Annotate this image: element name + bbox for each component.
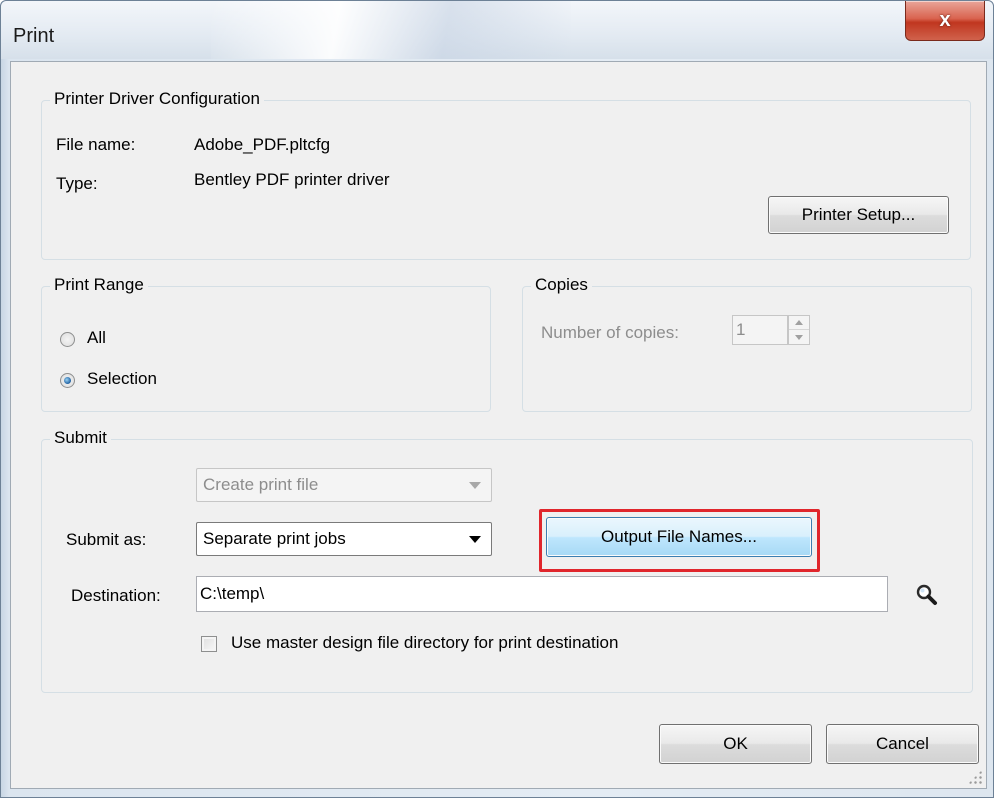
dialog-client-area: Printer Driver Configuration File name: … xyxy=(10,61,987,789)
file-name-label: File name: xyxy=(56,135,136,154)
chevron-down-icon xyxy=(795,334,803,340)
print-mode-combo[interactable]: Create print file xyxy=(196,468,492,502)
file-name-value: Adobe_PDF.pltcfg xyxy=(194,135,331,154)
spin-up-button[interactable] xyxy=(789,316,809,330)
copies-group: Copies xyxy=(522,275,972,412)
radio-all-label[interactable]: All xyxy=(87,328,106,348)
submit-as-label: Submit as: xyxy=(66,530,147,549)
title-bar-glare xyxy=(211,1,571,59)
print-range-group: Print Range xyxy=(41,275,491,412)
radio-selection-label[interactable]: Selection xyxy=(87,369,157,389)
radio-selection[interactable] xyxy=(60,373,75,388)
use-master-directory-checkbox[interactable] xyxy=(201,636,217,652)
resize-grip-icon[interactable] xyxy=(968,770,982,784)
print-mode-combo-value: Create print file xyxy=(203,475,319,494)
submit-label: Submit xyxy=(50,428,111,448)
title-bar[interactable]: Print xyxy=(1,1,993,59)
spin-down-button[interactable] xyxy=(789,330,809,344)
cancel-button[interactable]: Cancel xyxy=(826,724,979,764)
close-button[interactable]: x xyxy=(905,1,985,41)
number-of-copies-spinner[interactable] xyxy=(788,315,810,345)
destination-label: Destination: xyxy=(71,586,161,605)
printer-driver-configuration-group: Printer Driver Configuration xyxy=(41,89,971,260)
print-dialog: Print x Printer Driver Configuration Fil… xyxy=(0,0,994,798)
submit-group: Submit xyxy=(41,428,973,693)
type-value: Bentley PDF printer driver xyxy=(194,170,390,189)
submit-as-combo-value: Separate print jobs xyxy=(203,529,346,548)
type-label: Type: xyxy=(56,174,98,193)
chevron-down-icon xyxy=(469,482,481,489)
submit-as-combo[interactable]: Separate print jobs xyxy=(196,522,492,556)
magnifier-icon xyxy=(916,584,937,605)
output-file-names-button[interactable]: Output File Names... xyxy=(546,517,812,557)
ok-button[interactable]: OK xyxy=(659,724,812,764)
printer-setup-button[interactable]: Printer Setup... xyxy=(768,196,949,234)
number-of-copies-input[interactable]: 1 xyxy=(732,315,788,345)
radio-all[interactable] xyxy=(60,332,75,347)
number-of-copies-label: Number of copies: xyxy=(541,323,679,342)
destination-input[interactable]: C:\temp\ xyxy=(196,576,888,612)
use-master-directory-label[interactable]: Use master design file directory for pri… xyxy=(231,633,618,653)
copies-label: Copies xyxy=(531,275,592,295)
print-range-label: Print Range xyxy=(50,275,148,295)
browse-destination-button[interactable] xyxy=(914,582,940,608)
close-icon: x xyxy=(939,9,951,31)
chevron-up-icon xyxy=(795,320,803,325)
window-title: Print xyxy=(13,25,55,47)
chevron-down-icon xyxy=(469,536,481,543)
printer-driver-configuration-label: Printer Driver Configuration xyxy=(50,89,264,109)
